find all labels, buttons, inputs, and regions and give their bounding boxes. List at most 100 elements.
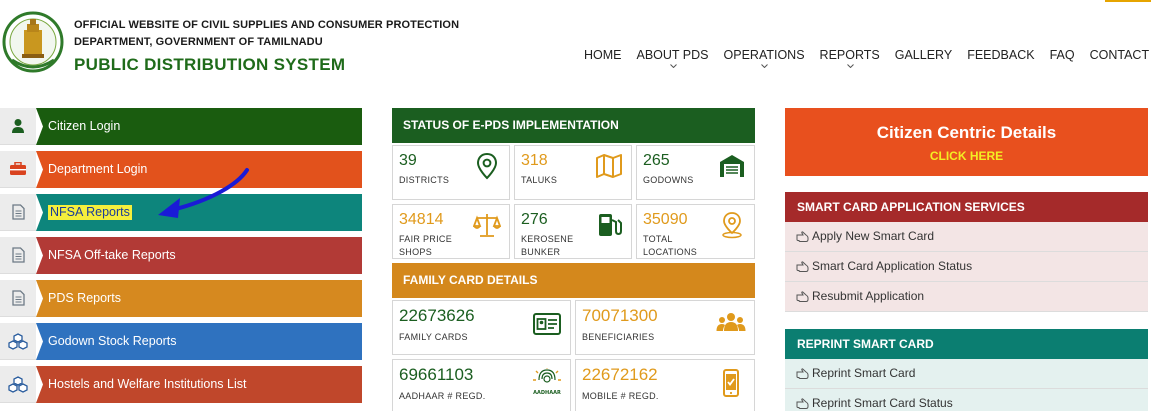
map-icon xyxy=(595,152,623,180)
menu-item-text: Department Login xyxy=(48,162,148,177)
briefcase-icon xyxy=(0,151,36,188)
service-link-label: Apply New Smart Card xyxy=(812,229,935,243)
stat-label: FAIR PRICE SHOPS xyxy=(399,234,453,257)
aadhaar-icon: AADHAAR xyxy=(532,367,562,398)
nav-contact-us[interactable]: CONTACT US xyxy=(1090,48,1151,68)
click-here-link[interactable]: CLICK HERE xyxy=(785,149,1148,163)
svg-text:AADHAAR: AADHAAR xyxy=(533,390,561,396)
family-stat-beneficiaries: 70071300 BENEFICIARIES xyxy=(575,300,755,355)
nav-label: FEEDBACK xyxy=(967,48,1035,62)
menu-item-citizen-login[interactable]: Citizen Login xyxy=(0,108,362,145)
services-column: Citizen Centric Details CLICK HERE SMART… xyxy=(785,108,1148,411)
top-accent-bar xyxy=(1105,0,1151,2)
stat-total-locations: 35090 TOTAL LOCATIONS xyxy=(636,204,755,259)
nav-faq[interactable]: FAQ xyxy=(1050,48,1075,68)
quick-links-menu: Citizen Login Department Login NFSA Report… xyxy=(0,108,362,409)
service-link-reprint-smart-card[interactable]: Reprint Smart Card xyxy=(785,359,1148,389)
stat-taluks: 318 TALUKS xyxy=(514,145,632,200)
menu-item-label: NFSA Off-take Reports xyxy=(36,237,362,274)
document-icon xyxy=(0,237,36,274)
family-stat-aadhaar-regd: 69661103 AADHAAR # REGD. AADHAAR xyxy=(392,359,571,411)
menu-item-text: NFSA Reports xyxy=(48,205,132,221)
service-link-smart-card-application-status[interactable]: Smart Card Application Status xyxy=(785,252,1148,282)
menu-item-label: PDS Reports xyxy=(36,280,362,317)
stat-fair-price-shops: 34814 FAIR PRICE SHOPS xyxy=(392,204,510,259)
service-link-resubmit-application[interactable]: Resubmit Application xyxy=(785,282,1148,312)
epds-stats-grid: 39 DISTRICTS 318 TALUKS 265 GODOWNS 34814 FAIR … xyxy=(392,145,755,259)
nav-label: HOME xyxy=(584,48,622,62)
menu-item-label: Department Login xyxy=(36,151,362,188)
menu-item-hostels-and-welfare-institutions-list[interactable]: Hostels and Welfare Institutions List xyxy=(0,366,362,403)
location-icon xyxy=(718,211,746,239)
cubes-icon xyxy=(0,323,36,360)
statistics-panel: STATUS OF E-PDS IMPLEMENTATION 39 DISTRIC… xyxy=(392,108,755,411)
nav-home[interactable]: HOME xyxy=(584,48,622,68)
smart-card-services-list: Apply New Smart Card Smart Card Applicati… xyxy=(785,222,1148,312)
menu-item-text: PDS Reports xyxy=(48,291,121,306)
nav-label: ABOUT PDS xyxy=(636,48,709,62)
users-icon xyxy=(716,309,746,339)
stat-kerosene-bunker: 276 KEROSENE BUNKER xyxy=(514,204,632,259)
menu-item-godown-stock-reports[interactable]: Godown Stock Reports xyxy=(0,323,362,360)
mobile-icon xyxy=(716,368,746,398)
service-link-label: Reprint Smart Card xyxy=(812,366,916,380)
reprint-smart-card-heading: REPRINT SMART CARD xyxy=(785,329,1148,359)
stat-label: KEROSENE BUNKER xyxy=(521,234,574,257)
menu-item-pds-reports[interactable]: PDS Reports xyxy=(0,280,362,317)
service-link-reprint-smart-card-status[interactable]: Reprint Smart Card Status xyxy=(785,389,1148,411)
family-stat-mobile-regd: 22672162 MOBILE # REGD. xyxy=(575,359,755,411)
document-icon xyxy=(0,280,36,317)
department-line-1: OFFICIAL WEBSITE OF CIVIL SUPPLIES AND C… xyxy=(74,19,460,31)
map-pin-icon xyxy=(473,152,501,180)
hand-pointer-icon xyxy=(796,368,812,379)
menu-item-text: Godown Stock Reports xyxy=(48,334,177,349)
stat-districts: 39 DISTRICTS xyxy=(392,145,510,200)
menu-item-nfsa-off-take-reports[interactable]: NFSA Off-take Reports xyxy=(0,237,362,274)
family-card-heading: FAMILY CARD DETAILS xyxy=(392,263,755,298)
tamilnadu-emblem-icon[interactable] xyxy=(2,8,64,80)
reprint-smart-card-list: Reprint Smart Card Reprint Smart Card Sta… xyxy=(785,359,1148,411)
nav-about-pds[interactable]: ABOUT PDS xyxy=(637,48,709,68)
fuel-pump-icon xyxy=(595,211,623,239)
site-title: PUBLIC DISTRIBUTION SYSTEM xyxy=(74,55,346,74)
nav-feedback[interactable]: FEEDBACK xyxy=(967,48,1034,68)
department-name: OFFICIAL WEBSITE OF CIVIL SUPPLIES AND C… xyxy=(74,17,459,51)
balance-scale-icon xyxy=(472,211,502,239)
menu-item-text: Citizen Login xyxy=(48,119,121,134)
service-link-label: Reprint Smart Card Status xyxy=(812,396,953,410)
hand-pointer-icon xyxy=(796,398,812,409)
document-icon xyxy=(0,194,36,231)
family-stat-family-cards: 22673626 FAMILY CARDS xyxy=(392,300,571,355)
menu-item-label: Hostels and Welfare Institutions List xyxy=(36,366,362,403)
nav-gallery[interactable]: GALLERY xyxy=(895,48,952,68)
service-link-label: Resubmit Application xyxy=(812,289,925,303)
hand-pointer-icon xyxy=(796,261,812,272)
nav-label: OPERATIONS xyxy=(723,48,805,62)
menu-item-department-login[interactable]: Department Login xyxy=(0,151,362,188)
menu-item-text: NFSA Off-take Reports xyxy=(48,248,176,263)
epds-heading: STATUS OF E-PDS IMPLEMENTATION xyxy=(392,108,755,143)
department-line-2: DEPARTMENT, GOVERNMENT OF TAMILNADU xyxy=(74,36,323,48)
menu-item-text: Hostels and Welfare Institutions List xyxy=(48,377,247,392)
service-link-apply-new-smart-card[interactable]: Apply New Smart Card xyxy=(785,222,1148,252)
stat-godowns: 265 GODOWNS xyxy=(636,145,755,200)
nav-operations[interactable]: OPERATIONS xyxy=(724,48,805,68)
nav-reports[interactable]: REPORTS xyxy=(820,48,880,68)
site-header: OFFICIAL WEBSITE OF CIVIL SUPPLIES AND C… xyxy=(0,0,1151,96)
family-card-stats-grid: 22673626 FAMILY CARDS 70071300 BENEFICIARIE… xyxy=(392,300,755,411)
citizen-centric-button[interactable]: Citizen Centric Details CLICK HERE xyxy=(785,108,1148,176)
stat-label: TOTAL LOCATIONS xyxy=(643,234,698,257)
id-card-icon xyxy=(532,309,562,339)
hand-pointer-icon xyxy=(796,231,812,242)
nav-label: GALLERY xyxy=(894,48,953,62)
warehouse-icon xyxy=(718,152,746,180)
citizen-centric-title: Citizen Centric Details xyxy=(876,123,1057,142)
menu-item-label: Citizen Login xyxy=(36,108,362,145)
smart-card-services-heading: SMART CARD APPLICATION SERVICES xyxy=(785,192,1148,222)
user-icon xyxy=(0,108,36,145)
cubes-icon xyxy=(0,366,36,403)
nav-label: FAQ xyxy=(1049,48,1075,62)
menu-item-nfsa-reports[interactable]: NFSA Reports xyxy=(0,194,362,231)
main-navigation: HOME ABOUT PDS OPERATIONS REPORTS GALLERY FEE… xyxy=(584,48,1151,68)
hand-pointer-icon xyxy=(796,291,812,302)
